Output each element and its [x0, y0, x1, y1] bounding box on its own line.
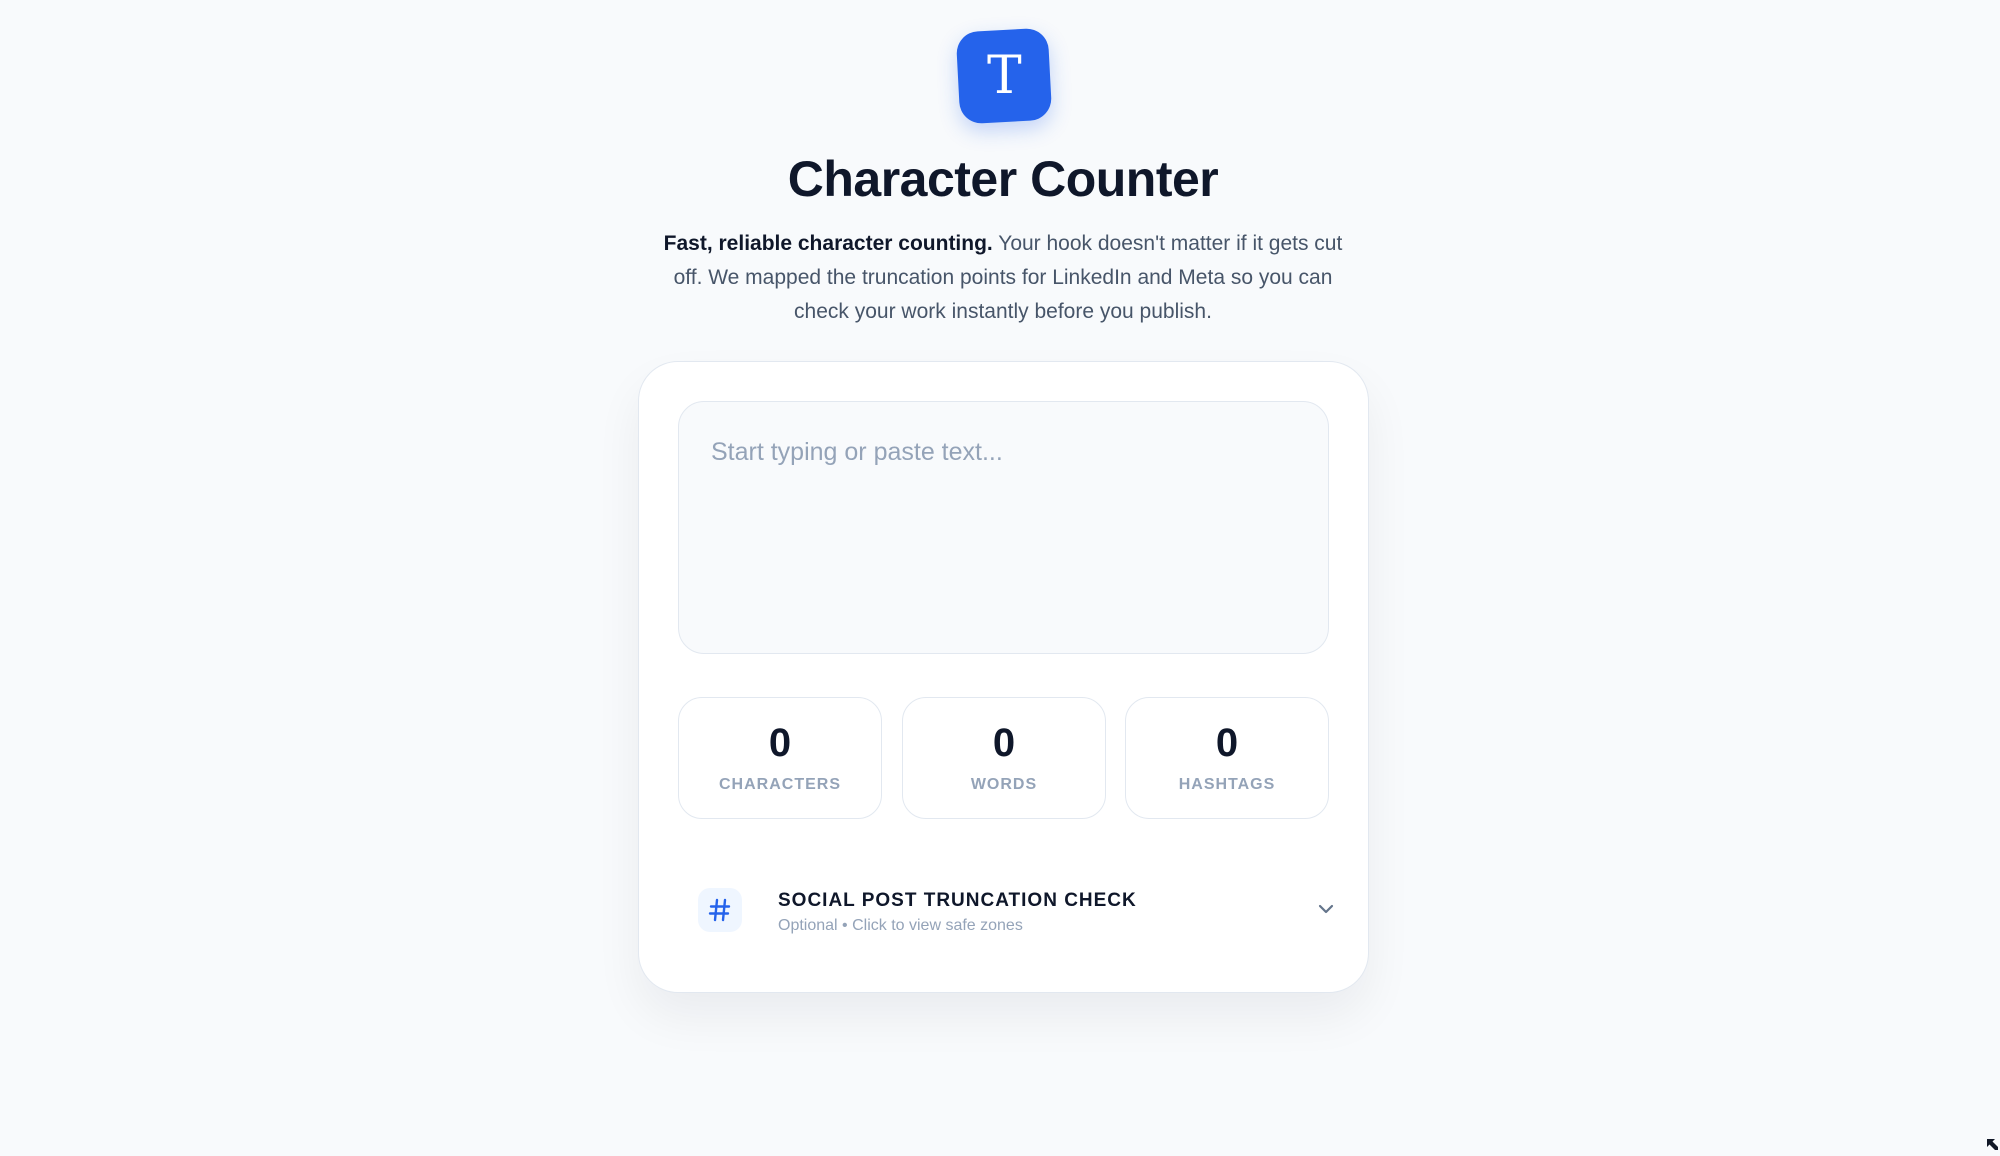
- hashtags-count: 0: [1215, 721, 1239, 765]
- resize-corner-icon: [1987, 1139, 1998, 1150]
- stat-characters: 0 CHARACTERS: [678, 697, 882, 819]
- hash-icon: [698, 888, 742, 932]
- logo-letter: T: [986, 46, 1022, 106]
- words-count: 0: [992, 721, 1016, 765]
- truncation-check-toggle[interactable]: SOCIAL POST TRUNCATION CHECK Optional • …: [659, 870, 1349, 948]
- hashtags-label: HASHTAGS: [1178, 776, 1276, 793]
- truncation-subtitle: Optional • Click to view safe zones: [778, 917, 1023, 934]
- characters-count: 0: [768, 721, 792, 765]
- chevron-down-icon[interactable]: [1313, 896, 1339, 922]
- counter-card: 0 CHARACTERS 0 WORDS 0 HASHTAGS: [638, 361, 1369, 993]
- text-input[interactable]: [678, 401, 1329, 654]
- app-logo: T: [955, 27, 1053, 125]
- page-subtitle: Fast, reliable character counting. Your …: [660, 227, 1346, 329]
- characters-label: CHARACTERS: [719, 776, 841, 793]
- page: T Character Counter Fast, reliable chara…: [0, 0, 2000, 1156]
- stat-hashtags: 0 HASHTAGS: [1125, 697, 1329, 819]
- truncation-title: SOCIAL POST TRUNCATION CHECK: [778, 890, 1137, 911]
- subtitle-emphasis: Fast, reliable character counting.: [663, 232, 993, 255]
- stat-words: 0 WORDS: [902, 697, 1106, 819]
- page-title: Character Counter: [787, 151, 1219, 207]
- words-label: WORDS: [970, 776, 1038, 793]
- hash-icon-glyph: [708, 898, 731, 922]
